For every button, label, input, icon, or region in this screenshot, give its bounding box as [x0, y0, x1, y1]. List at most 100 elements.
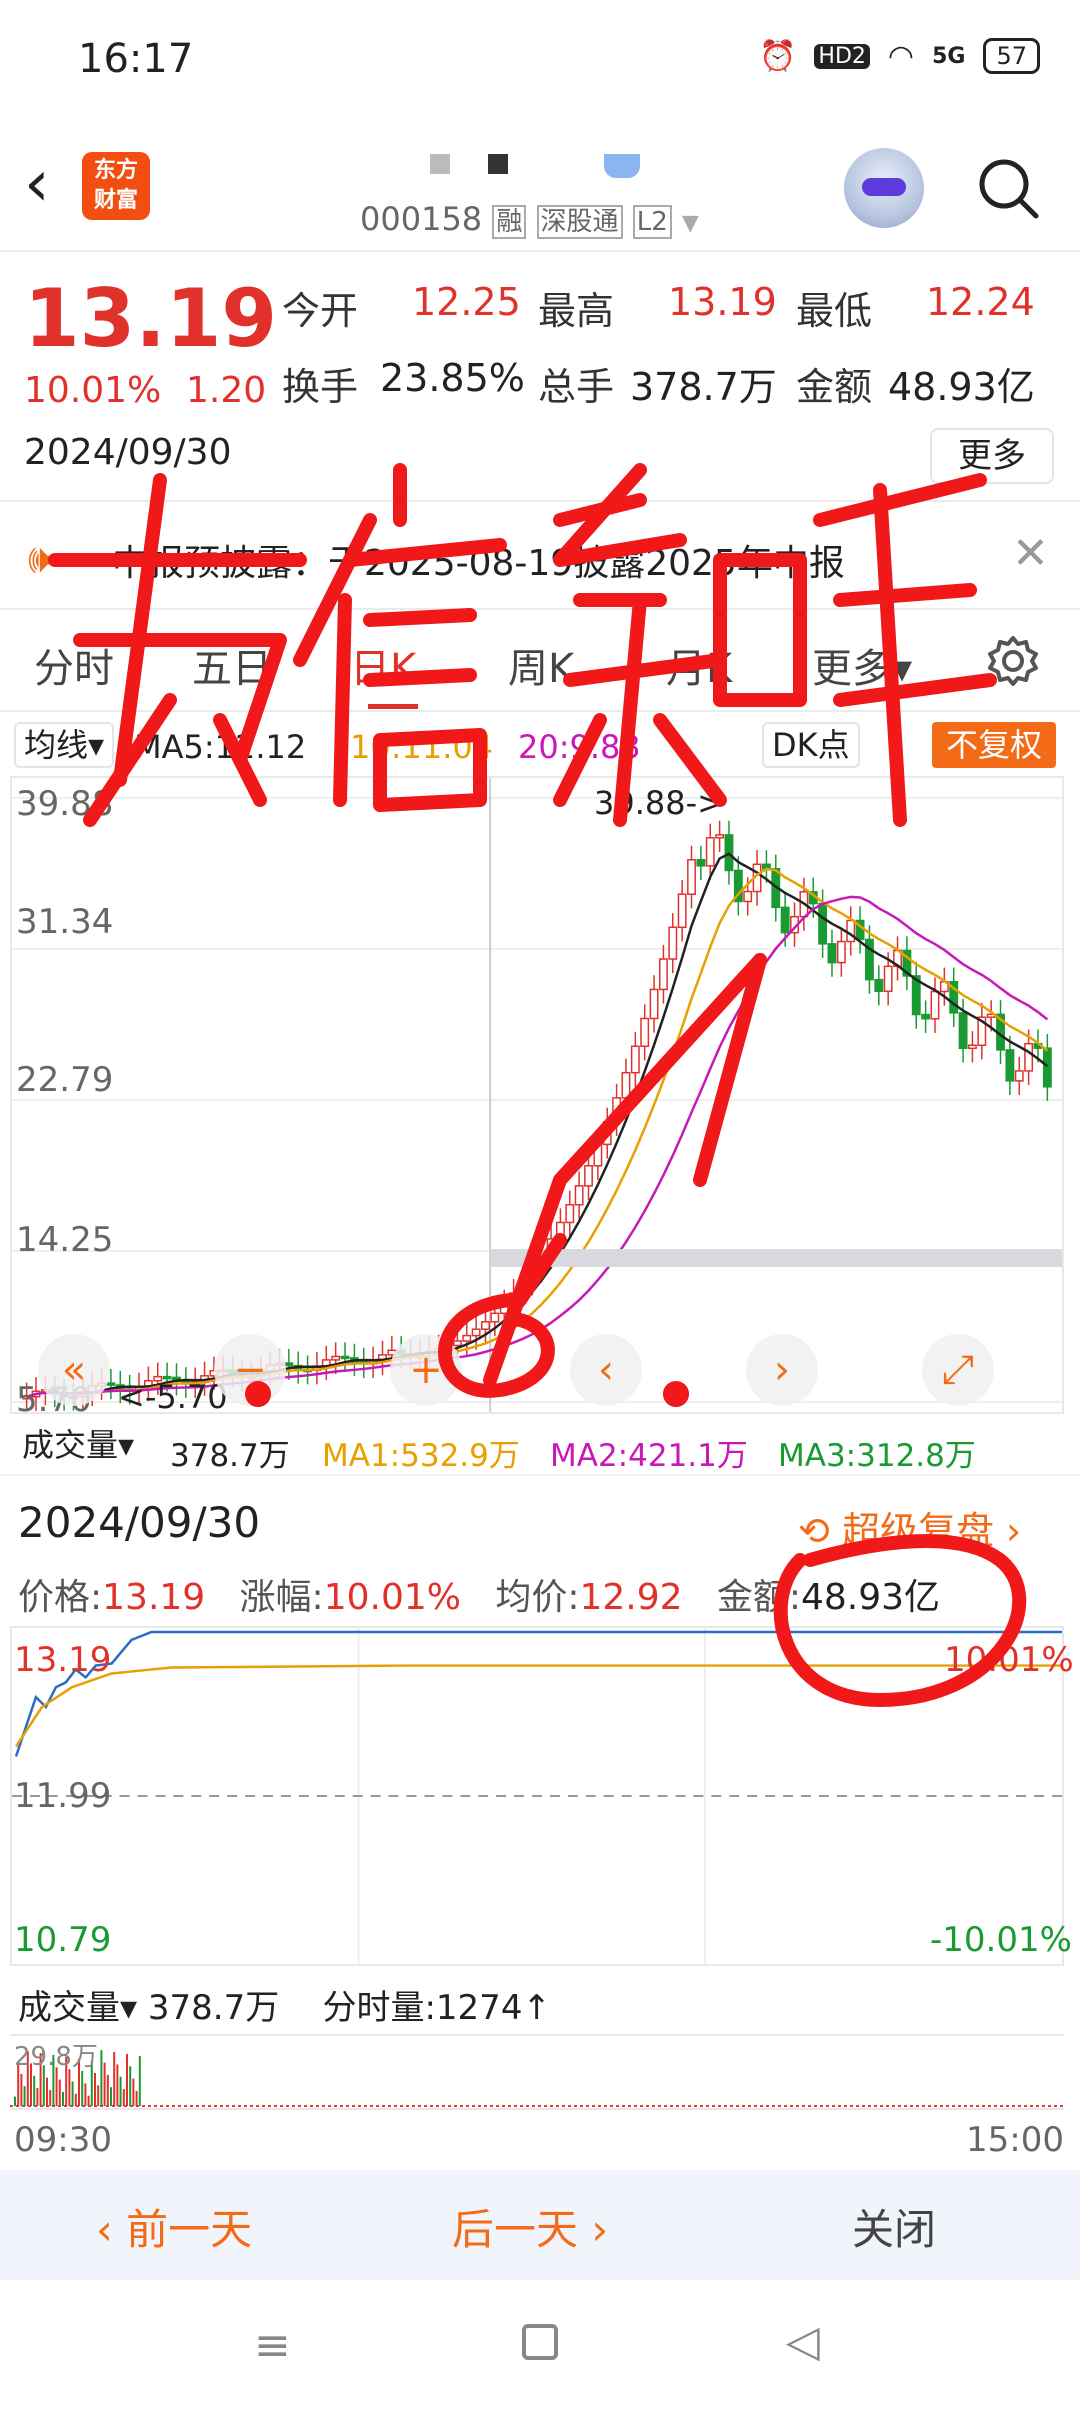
zoom-out-button[interactable]: − — [214, 1334, 286, 1406]
stock-name-blurred-2 — [488, 154, 508, 174]
candle-body — [284, 1362, 294, 1367]
intraday-volume-bar — [71, 2081, 74, 2107]
header-divider — [0, 250, 1080, 252]
back-nav-icon[interactable]: ◁ — [786, 2316, 820, 2367]
intraday-avg: 12.92 — [579, 1577, 683, 1618]
intraday-volume-selector[interactable]: 成交量▾ — [18, 1988, 137, 2028]
intraday-volume-bar — [100, 2050, 103, 2107]
candle-body — [612, 1097, 622, 1123]
gear-icon[interactable] — [986, 634, 1040, 688]
tab-daily-k[interactable]: 日K — [350, 636, 416, 694]
intraday-info: 价格:13.19 涨幅:10.01% 均价:12.92 金额:48.93亿 — [18, 1568, 940, 1620]
candle-body — [462, 1334, 472, 1342]
candle-body — [930, 990, 940, 1020]
candle-body — [846, 919, 856, 943]
logo-line2: 财富 — [93, 188, 138, 213]
tab-weekly-k[interactable]: 周K — [508, 636, 574, 694]
scroll-left-fast-button[interactable]: « — [38, 1334, 110, 1406]
intraday-volume-bar — [49, 2090, 52, 2107]
wifi-icon: ◠ — [887, 38, 915, 74]
kline-chart[interactable] — [10, 776, 1064, 1414]
close-button[interactable]: 关闭 — [852, 2196, 936, 2257]
kline-svg — [12, 778, 1062, 1412]
time-start: 09:30 — [14, 2120, 112, 2160]
intraday-volume-chart[interactable] — [10, 2034, 1064, 2110]
candle-body — [106, 1382, 116, 1386]
intraday-volume-bar — [23, 2086, 26, 2107]
vol-ma1: MA1:532.9万 — [322, 1438, 520, 1474]
connect-tag: 深股通 — [536, 205, 623, 239]
turnover-label: 换手 — [282, 365, 359, 409]
stock-name-blurred-3 — [604, 154, 640, 178]
candle-body — [874, 978, 884, 993]
home-icon[interactable] — [522, 2324, 558, 2360]
candle-body — [1024, 1042, 1034, 1072]
candle-body — [827, 943, 837, 964]
margin-tag: 融 — [492, 205, 527, 239]
candle-body — [968, 1044, 977, 1050]
dk-point-button[interactable]: DK点 — [762, 722, 860, 768]
candle-body — [481, 1321, 490, 1330]
intraday-volume-bar — [135, 2090, 138, 2107]
tab-five-day[interactable]: 五日 — [192, 636, 272, 694]
intraday-volume-bar — [113, 2052, 116, 2107]
tab-monthly-k[interactable]: 月K — [666, 636, 732, 694]
ma-selector[interactable]: 均线▾ — [14, 722, 115, 768]
prev-day-button[interactable]: ‹ 前一天 — [96, 2196, 252, 2257]
tab-intraday[interactable]: 分时 — [34, 636, 114, 694]
assistant-avatar[interactable] — [844, 148, 924, 228]
back-button[interactable]: ‹ — [24, 152, 84, 224]
notice-text[interactable]: 中报预披露：于2025-08-19披露2025年中报 — [112, 534, 845, 586]
high-label: 最高 — [538, 289, 615, 333]
intraday-volume-bar — [94, 2072, 96, 2107]
volume-selector[interactable]: 成交量▾ — [14, 1424, 142, 1470]
candle-body — [687, 859, 696, 895]
more-button[interactable]: 更多 — [930, 428, 1054, 484]
ma5-value: MA5:12.12 — [134, 728, 307, 766]
ma20-value: 20:9.83 — [518, 728, 641, 766]
close-icon[interactable]: ✕ — [1012, 528, 1049, 579]
intraday-volume-bar — [84, 2083, 87, 2107]
intraday-pct-bot: -10.01% — [930, 1920, 1072, 1960]
intraday-vol-axis: 29.8万 — [14, 2042, 98, 2072]
pct-change: 10.01% — [24, 370, 162, 411]
next-day-button[interactable]: 后一天 › — [452, 2196, 608, 2257]
clock-icon: ⟲ — [798, 1509, 830, 1553]
stock-code-row[interactable]: 000158 融 深股通 L2 ▼ — [360, 200, 699, 239]
intraday-volume-bar — [103, 2062, 106, 2107]
candle-body — [499, 1302, 509, 1315]
intraday-y-bot: 10.79 — [14, 1920, 112, 1960]
scroll-right-button[interactable]: › — [746, 1334, 818, 1406]
intraday-avg-label: 均价: — [495, 1577, 580, 1618]
search-icon[interactable] — [976, 156, 1040, 220]
candle-body — [640, 1017, 650, 1048]
intraday-volume-bar — [132, 2078, 135, 2107]
kline-y-label-1: 39.88 — [16, 784, 114, 824]
candle-body — [883, 965, 893, 993]
price-band — [490, 1249, 1062, 1267]
volume-label: 总手 — [538, 365, 615, 409]
logo-line1: 东方 — [93, 158, 138, 183]
amount-label: 金额 — [796, 365, 873, 409]
candle-body — [921, 1013, 931, 1020]
tab-more[interactable]: 更多▾ — [812, 636, 912, 694]
tabs-divider — [0, 710, 1080, 712]
zoom-in-button[interactable]: + — [390, 1334, 462, 1406]
menu-icon[interactable]: ≡ — [254, 2320, 291, 2371]
intraday-volume: 378.7万 — [147, 1988, 280, 2028]
intraday-y-top: 13.19 — [14, 1640, 112, 1680]
intraday-volume-bar — [46, 2077, 48, 2107]
super-replay-link[interactable]: ⟲ 超级复盘 › — [798, 1500, 1021, 1555]
ma-selector-label: 均线 — [24, 726, 89, 764]
intraday-volume-bar — [119, 2076, 122, 2107]
intraday-volume-bar — [81, 2071, 84, 2107]
scroll-left-button[interactable]: ‹ — [570, 1334, 642, 1406]
current-price: 13.19 — [24, 272, 278, 365]
intraday-volume-selector-label: 成交量 — [18, 1988, 120, 2028]
candle-body — [743, 890, 753, 903]
low-label: 最低 — [796, 289, 873, 333]
candle-body — [836, 940, 846, 964]
fullscreen-icon[interactable]: ⤢ — [922, 1334, 994, 1406]
intraday-chart[interactable] — [10, 1626, 1064, 1966]
adjust-button[interactable]: 不复权 — [932, 722, 1057, 768]
